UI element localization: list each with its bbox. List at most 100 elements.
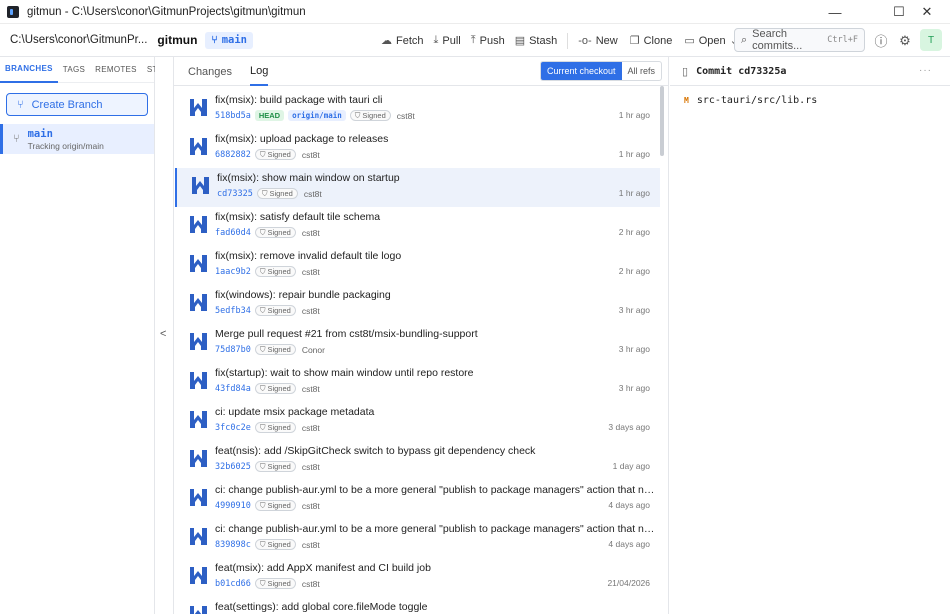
commit-row[interactable]: feat(msix): add AppX manifest and CI bui… (175, 558, 660, 597)
commit-time: 3 days ago (608, 422, 650, 432)
close-button[interactable]: ✕ (904, 0, 950, 24)
branch-icon: ⑂ (17, 98, 24, 111)
author-avatar-icon (189, 565, 208, 586)
commit-hash: 6882882 (215, 149, 251, 160)
author-avatar-icon (189, 409, 208, 430)
commit-author: cst8t (301, 383, 320, 394)
all-refs-button[interactable]: All refs (622, 62, 662, 80)
commit-message: fix(windows): repair bundle packaging (215, 289, 391, 301)
commit-hash: cd73325 (217, 188, 253, 199)
sidebar-item-branch-main[interactable]: ⑂ main Tracking origin/main (0, 124, 154, 154)
commit-time: 3 hr ago (618, 383, 650, 393)
minimize-button[interactable]: — (812, 0, 858, 24)
open-button[interactable]: ▭ Open ⌄ (684, 24, 739, 57)
commit-row[interactable]: fix(msix): upload package to releases 688… (175, 129, 660, 168)
commit-row[interactable]: fix(windows): repair bundle packaging 5ed… (175, 285, 660, 324)
tab-log[interactable]: Log (250, 57, 269, 86)
commit-time: 3 hr ago (618, 344, 650, 354)
fetch-button[interactable]: ☁ Fetch (381, 24, 424, 57)
shield-icon: ⛉ (259, 266, 266, 276)
commit-row[interactable]: feat(nsis): add /SkipGitCheck switch to … (175, 441, 660, 480)
search-placeholder: Search commits... (752, 28, 803, 52)
signed-badge: ⛉ Signed (254, 539, 296, 550)
commit-row[interactable]: ci: change publish-aur.yml to be a more … (175, 519, 660, 558)
commit-meta: 4990910 ⛉ Signed cst8t (215, 499, 320, 512)
scrollbar[interactable] (660, 86, 664, 156)
commit-meta: 3fc0c2e ⛉ Signed cst8t (215, 421, 320, 434)
commit-hash: 518bd5a (215, 110, 251, 121)
file-icon: ▯ (682, 65, 689, 78)
commit-row[interactable]: fix(startup): wait to show main window u… (175, 363, 660, 402)
branch-icon: ⑂ (211, 34, 218, 46)
commit-row[interactable]: feat(settings): add global core.fileMode… (175, 597, 660, 614)
tab-branches[interactable]: BRANCHES (0, 57, 58, 83)
commit-message: feat(settings): add global core.fileMode… (215, 601, 428, 613)
tab-tags[interactable]: TAGS (58, 57, 90, 83)
commit-detail-header: ▯ Commit cd73325a ··· (670, 57, 950, 86)
commit-meta: 5edfb34 ⛉ Signed cst8t (215, 304, 320, 317)
commit-row[interactable]: ci: update msix package metadata 3fc0c2e ⛉… (175, 402, 660, 441)
commit-hash: fad60d4 (215, 227, 251, 238)
author-avatar-icon (191, 175, 210, 196)
signed-badge: ⛉ Signed (254, 305, 296, 316)
commit-author: cst8t (301, 539, 320, 550)
commit-row[interactable]: fix(msix): remove invalid default tile l… (175, 246, 660, 285)
commit-row[interactable]: fix(msix): build package with tauri cli 5… (175, 90, 660, 129)
push-button[interactable]: ⤒ Push (471, 24, 505, 57)
tab-changes[interactable]: Changes (188, 57, 232, 86)
pull-button[interactable]: ⤓ Pull (434, 24, 461, 57)
commit-author: cst8t (301, 461, 320, 472)
signed-badge: ⛉ Signed (254, 578, 296, 589)
commit-time: 4 days ago (608, 500, 650, 510)
search-input[interactable]: ⌕ Search commits... Ctrl+F (734, 28, 865, 52)
signed-badge: ⛉ Signed (254, 266, 296, 277)
commit-row[interactable]: fix(msix): satisfy default tile schema fa… (175, 207, 660, 246)
author-avatar-icon (189, 97, 208, 118)
commit-time: 4 days ago (608, 539, 650, 549)
avatar[interactable]: T (920, 29, 942, 51)
tab-remotes[interactable]: REMOTES (90, 57, 142, 83)
shield-icon: ⛉ (259, 500, 266, 510)
cloud-download-icon: ☁ (381, 35, 392, 47)
gear-icon[interactable]: ⚙ (894, 24, 916, 57)
commit-author: cst8t (301, 227, 320, 238)
current-checkout-button[interactable]: Current checkout (541, 62, 622, 80)
create-branch-button[interactable]: ⑂ Create Branch (6, 93, 148, 116)
signed-badge: ⛉ Signed (349, 110, 391, 121)
commit-message: fix(msix): show main window on startup (217, 172, 400, 184)
commit-message: fix(msix): build package with tauri cli (215, 94, 383, 106)
commit-meta: fad60d4 ⛉ Signed cst8t (215, 226, 320, 239)
commit-time: 2 hr ago (618, 227, 650, 237)
commit-row[interactable]: Merge pull request #21 from cst8t/msix-b… (175, 324, 660, 363)
stash-button[interactable]: ▤ Stash (515, 24, 558, 57)
clone-button[interactable]: ❐ Clone (630, 24, 673, 57)
branch-icon: ⑂ (13, 133, 20, 145)
commit-author: cst8t (301, 578, 320, 589)
commit-meta: 6882882 ⛉ Signed cst8t (215, 148, 320, 161)
toolbar: C:\Users\conor\GitmunPr... gitmun ⑂ main… (0, 24, 950, 57)
commit-author: cst8t (301, 266, 320, 277)
commit-author: Conor (301, 344, 325, 355)
info-icon[interactable]: ⓘ (870, 24, 892, 57)
author-avatar-icon (189, 526, 208, 547)
main-tabs: Changes Log Current checkout All refs (174, 57, 668, 86)
commit-message: fix(msix): remove invalid default tile l… (215, 250, 402, 262)
commit-message: feat(msix): add AppX manifest and CI bui… (215, 562, 431, 574)
commit-author: cst8t (396, 110, 415, 121)
commit-node-icon: -o- (578, 34, 592, 47)
sidebar: BRANCHES TAGS REMOTES STASHES ⑂ Create B… (0, 57, 185, 614)
commit-row[interactable]: fix(msix): show main window on startup cd… (175, 168, 660, 207)
commit-time: 21/04/2026 (607, 578, 650, 588)
commit-meta: 75d87b0 ⛉ Signed Conor (215, 343, 325, 356)
shield-icon: ⛉ (259, 461, 266, 471)
commit-time: 3 hr ago (618, 305, 650, 315)
new-button[interactable]: -o- New (578, 24, 617, 57)
changed-file-row[interactable]: M src-tauri/src/lib.rs (684, 95, 817, 106)
current-branch-pill[interactable]: ⑂ main (205, 31, 254, 49)
commit-message: ci: update msix package metadata (215, 406, 375, 418)
archive-icon: ▤ (514, 35, 526, 47)
signed-badge: ⛉ Signed (254, 461, 296, 472)
chevron-left-icon[interactable]: < (160, 328, 166, 340)
commit-row[interactable]: ci: change publish-aur.yml to be a more … (175, 480, 660, 519)
more-icon[interactable]: ··· (919, 65, 932, 76)
